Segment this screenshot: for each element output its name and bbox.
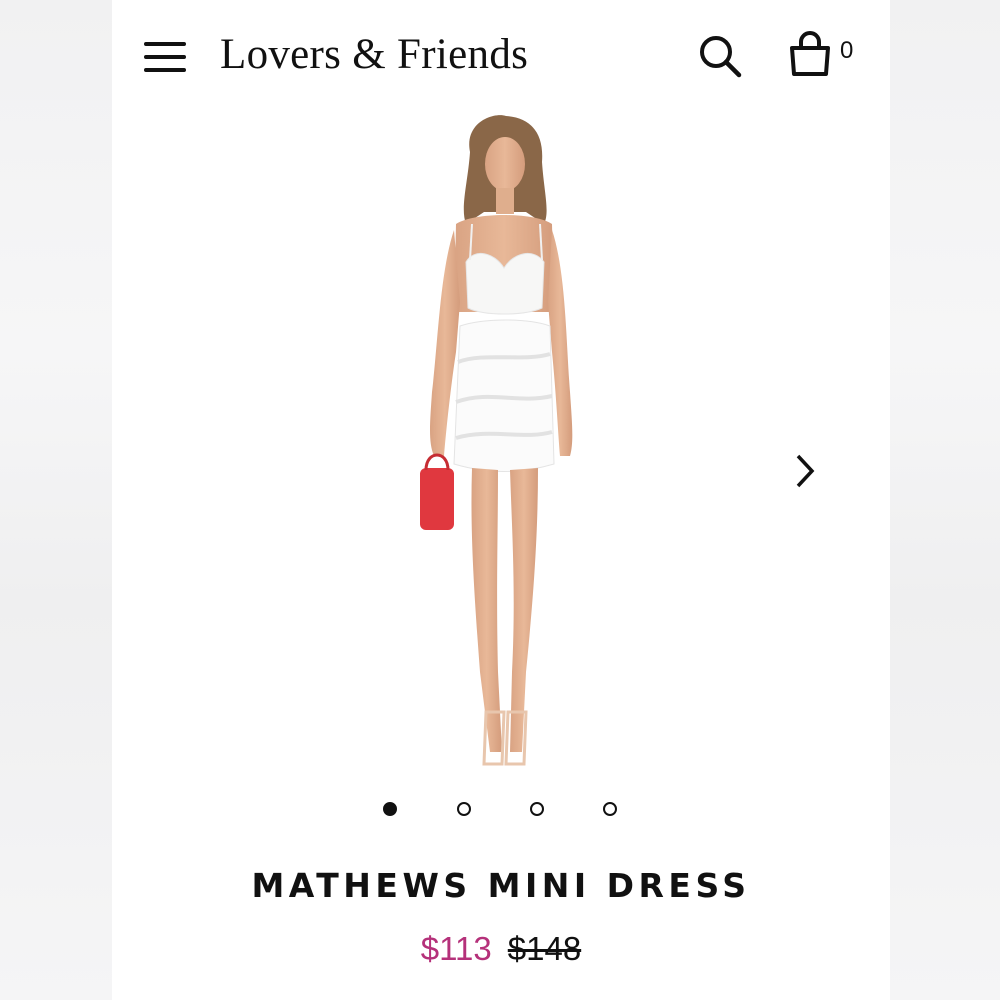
carousel-dot-1[interactable] — [383, 802, 397, 816]
blurred-background-right — [890, 0, 1000, 1000]
carousel-dot-4[interactable] — [603, 802, 617, 816]
blurred-background-left — [0, 0, 112, 1000]
search-icon[interactable] — [696, 32, 744, 80]
product-page: Lovers & Friends 0 MATHEWS MINI DRESS $1… — [112, 0, 890, 1000]
carousel-dot-2[interactable] — [457, 802, 471, 816]
product-title: MATHEWS MINI DRESS — [251, 866, 751, 905]
original-price: $148 — [507, 930, 582, 967]
image-carousel-dots — [381, 802, 621, 822]
cart-count-badge[interactable]: 0 — [840, 37, 853, 65]
price-row: $113 $148 — [112, 930, 890, 968]
brand-logo[interactable]: Lovers & Friends — [220, 30, 528, 79]
carousel-dot-3[interactable] — [530, 802, 544, 816]
hamburger-menu-icon[interactable] — [144, 40, 186, 74]
chevron-right-icon[interactable] — [788, 450, 822, 492]
product-image[interactable] — [394, 112, 612, 772]
shopping-bag-icon[interactable] — [786, 30, 834, 78]
sale-price: $113 — [420, 930, 492, 967]
